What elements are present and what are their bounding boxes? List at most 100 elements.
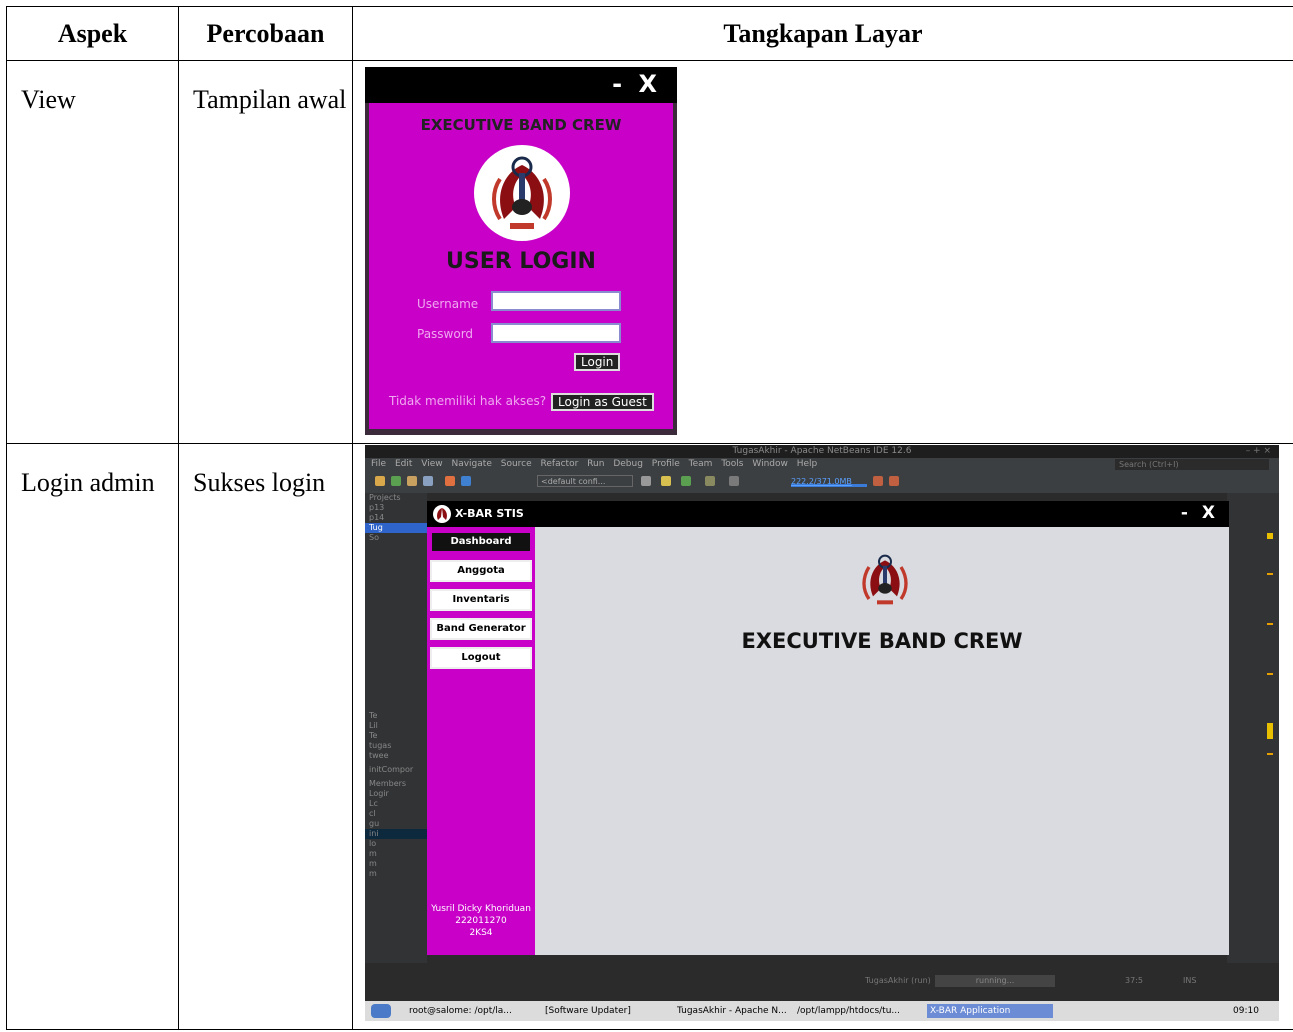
menu-source[interactable]: Source bbox=[501, 459, 532, 469]
menu-edit[interactable]: Edit bbox=[395, 459, 412, 469]
new-project-icon[interactable] bbox=[391, 476, 401, 486]
member-item[interactable]: m bbox=[365, 859, 427, 869]
menu-inventaris[interactable]: Inventaris bbox=[430, 589, 532, 611]
taskbar-item-software-updater[interactable]: [Software Updater] bbox=[545, 1004, 631, 1018]
username-label: Username bbox=[417, 297, 479, 311]
header-percobaan: Percobaan bbox=[178, 6, 353, 61]
login-panel: EXECUTIVE BAND CREW USER LOGIN Username … bbox=[369, 103, 673, 429]
menu-band-generator[interactable]: Band Generator bbox=[430, 618, 532, 640]
save-all-icon[interactable] bbox=[423, 476, 433, 486]
app-logo-icon bbox=[433, 505, 451, 523]
member-item[interactable]: m bbox=[365, 849, 427, 859]
start-menu-icon[interactable] bbox=[371, 1004, 391, 1018]
xbar-window: X-BAR STIS - X Dashboard Anggota Inventa… bbox=[427, 501, 1229, 955]
app-title: X-BAR STIS bbox=[455, 507, 524, 520]
clean-build-icon[interactable] bbox=[661, 476, 671, 486]
open-project-icon[interactable] bbox=[407, 476, 417, 486]
login-as-guest-button[interactable]: Login as Guest bbox=[551, 393, 654, 411]
menu-logout[interactable]: Logout bbox=[430, 647, 532, 669]
user-nim: 222011270 bbox=[455, 916, 507, 926]
band-logo-icon bbox=[862, 554, 908, 605]
run-progress: running... bbox=[935, 975, 1055, 987]
xbar-titlebar: X-BAR STIS - X bbox=[427, 501, 1229, 527]
menu-navigate[interactable]: Navigate bbox=[451, 459, 491, 469]
dashboard-brand: EXECUTIVE BAND CREW bbox=[741, 629, 1023, 653]
menu-help[interactable]: Help bbox=[797, 459, 818, 469]
menu-profile[interactable]: Profile bbox=[652, 459, 680, 469]
caret-position: 37:5 bbox=[1125, 976, 1143, 985]
user-info: Yusril Dicky Khoriduan 222011270 2KS4 bbox=[427, 903, 535, 939]
menu-run[interactable]: Run bbox=[587, 459, 604, 469]
navigator-label: initCompor bbox=[369, 765, 414, 774]
window-controls[interactable]: - X bbox=[612, 70, 661, 98]
ide-window-controls[interactable]: – + × bbox=[1246, 445, 1271, 458]
taskbar-item-file-manager[interactable]: /opt/lampp/htdocs/tu... bbox=[797, 1004, 900, 1018]
member-item[interactable]: lo bbox=[365, 839, 427, 849]
password-label: Password bbox=[417, 327, 474, 341]
taskbar-item-netbeans[interactable]: TugasAkhir - Apache N... bbox=[677, 1004, 787, 1018]
window-controls[interactable]: - X bbox=[1181, 503, 1219, 523]
menu-tools[interactable]: Tools bbox=[721, 459, 743, 469]
member-item[interactable]: cl bbox=[365, 809, 427, 819]
table-header-row: Aspek Percobaan Tangkapan Layar bbox=[6, 6, 1293, 61]
row-percobaan: Tampilan awal bbox=[193, 85, 347, 114]
memory-indicator[interactable]: 222.2/371.0MB bbox=[791, 476, 867, 487]
menu-dashboard[interactable]: Dashboard bbox=[430, 531, 532, 553]
debug-icon[interactable] bbox=[705, 476, 715, 486]
projects-tab[interactable]: Projects bbox=[365, 493, 427, 503]
taskbar-clock[interactable]: 09:10 bbox=[1233, 1004, 1259, 1018]
header-tangkapan-layar: Tangkapan Layar bbox=[352, 6, 1293, 61]
redo-icon[interactable] bbox=[461, 476, 471, 486]
member-item[interactable]: ini bbox=[365, 829, 427, 839]
member-item[interactable]: gu bbox=[365, 819, 427, 829]
password-field[interactable] bbox=[491, 323, 621, 343]
taskbar-item-xbar[interactable]: X-BAR Application bbox=[927, 1004, 1053, 1018]
ide-title: TugasAkhir - Apache NetBeans IDE 12.6 bbox=[732, 446, 912, 456]
menu-team[interactable]: Team bbox=[689, 459, 713, 469]
ide-search-input[interactable]: Search (Ctrl+I) bbox=[1115, 459, 1269, 470]
table-row: Login admin Sukses login TugasAkhir - Ap… bbox=[6, 443, 1293, 1030]
run-status: TugasAkhir (run) bbox=[865, 976, 931, 985]
brand-name: EXECUTIVE BAND CREW bbox=[420, 116, 622, 134]
tree-item[interactable]: p14 bbox=[365, 513, 427, 523]
menu-debug[interactable]: Debug bbox=[613, 459, 643, 469]
username-field[interactable] bbox=[491, 291, 621, 311]
ide-titlebar: TugasAkhir - Apache NetBeans IDE 12.6 – … bbox=[365, 445, 1279, 458]
member-item[interactable]: Logir bbox=[365, 789, 427, 799]
tree-item[interactable]: Lil bbox=[365, 721, 427, 731]
menu-file[interactable]: File bbox=[371, 459, 386, 469]
menu-view[interactable]: View bbox=[421, 459, 442, 469]
taskbar-item-terminal[interactable]: root@salome: /opt/la... bbox=[409, 1004, 512, 1018]
build-icon[interactable] bbox=[641, 476, 651, 486]
no-access-text: Tidak memiliki hak akses? bbox=[389, 394, 547, 408]
projects-panel: Projects p13 p14 Tug So Te Lil Te tugas … bbox=[365, 493, 427, 963]
tree-item[interactable]: Tug bbox=[365, 523, 427, 533]
login-button[interactable]: Login bbox=[574, 353, 621, 371]
ide-toolbar: <default confi... 222.2/371.0MB bbox=[365, 471, 1279, 493]
member-item[interactable]: m bbox=[365, 869, 427, 879]
ide-statusbar: TugasAkhir (run) running... 37:5 INS bbox=[365, 975, 1279, 987]
band-logo-icon bbox=[474, 145, 570, 241]
run-icon[interactable] bbox=[681, 476, 691, 486]
menu-window[interactable]: Window bbox=[752, 459, 788, 469]
tree-item[interactable]: Te bbox=[365, 711, 427, 721]
gc-icon[interactable] bbox=[873, 476, 883, 486]
dashboard-main: EXECUTIVE BAND CREW bbox=[535, 527, 1229, 955]
config-select[interactable]: <default confi... bbox=[537, 475, 633, 487]
gc2-icon[interactable] bbox=[889, 476, 899, 486]
tree-item[interactable]: So bbox=[365, 533, 427, 543]
editor-scroll-margin bbox=[1227, 493, 1279, 963]
tree-item[interactable]: twee bbox=[365, 751, 427, 761]
profile-icon[interactable] bbox=[729, 476, 739, 486]
user-name: Yusril Dicky Khoriduan bbox=[431, 904, 531, 914]
tree-item[interactable]: Te bbox=[365, 731, 427, 741]
login-window: - X EXECUTIVE BAND CREW USER LOGIN Usern… bbox=[365, 67, 677, 435]
undo-icon[interactable] bbox=[445, 476, 455, 486]
tree-item[interactable]: p13 bbox=[365, 503, 427, 513]
app-sidebar: Dashboard Anggota Inventaris Band Genera… bbox=[427, 527, 535, 955]
member-item[interactable]: Lc bbox=[365, 799, 427, 809]
new-file-icon[interactable] bbox=[375, 476, 385, 486]
menu-refactor[interactable]: Refactor bbox=[541, 459, 579, 469]
tree-item[interactable]: tugas bbox=[365, 741, 427, 751]
menu-anggota[interactable]: Anggota bbox=[430, 560, 532, 582]
